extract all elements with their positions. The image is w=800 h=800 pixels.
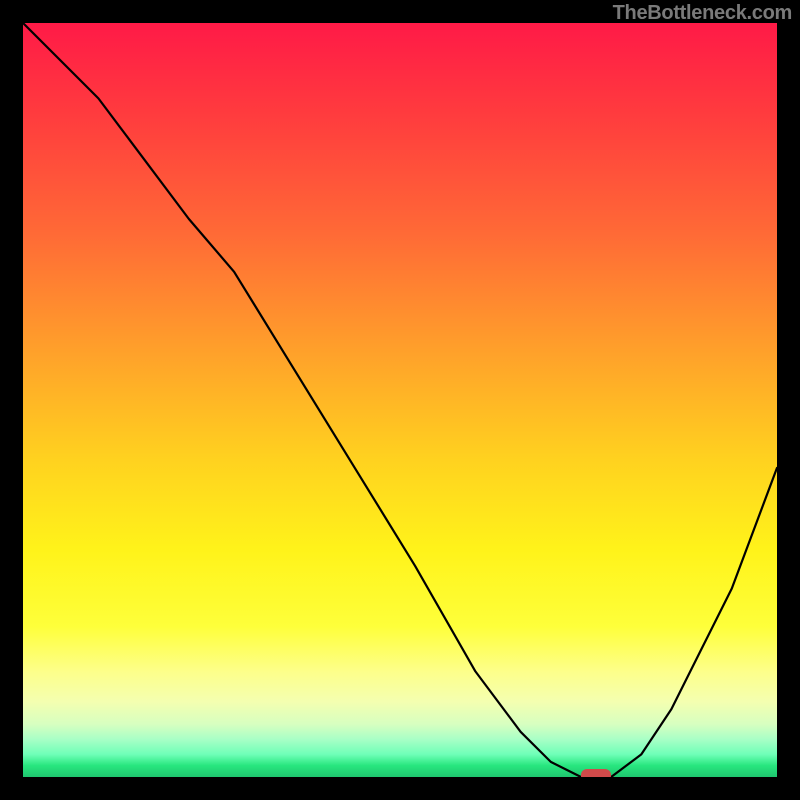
chart-container: TheBottleneck.com xyxy=(0,0,800,800)
watermark-label: TheBottleneck.com xyxy=(613,2,792,25)
bottleneck-curve xyxy=(23,23,777,777)
plot-area xyxy=(23,23,777,777)
optimal-marker xyxy=(581,769,611,777)
